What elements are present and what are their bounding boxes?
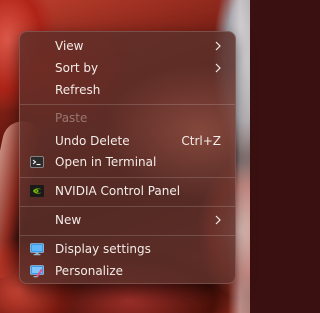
- menu-item-label: Open in Terminal: [55, 155, 157, 169]
- menu-item-label: Undo Delete: [55, 134, 130, 148]
- menu-item-sort-by[interactable]: Sort by: [24, 57, 231, 79]
- terminal-icon: [30, 156, 44, 168]
- menu-item-nvidia-control-panel[interactable]: NVIDIA Control Panel: [24, 180, 231, 202]
- menu-item-undo-delete[interactable]: Undo Delete Ctrl+Z: [24, 130, 231, 152]
- menu-item-new[interactable]: New: [24, 209, 231, 231]
- chevron-right-icon: [215, 63, 221, 73]
- menu-item-label: NVIDIA Control Panel: [55, 184, 181, 198]
- menu-separator: [20, 235, 235, 236]
- nvidia-icon: [30, 185, 44, 197]
- desktop-context-menu: View Sort by Refresh Paste Undo Delete C…: [19, 31, 236, 284]
- menu-item-paste: Paste: [24, 107, 231, 129]
- menu-item-label: Personalize: [55, 264, 124, 278]
- display-settings-icon: [30, 243, 44, 256]
- menu-item-label: New: [55, 213, 82, 227]
- personalize-icon: [30, 265, 44, 278]
- menu-item-label: View: [55, 39, 84, 53]
- menu-item-refresh[interactable]: Refresh: [24, 79, 231, 101]
- menu-item-open-in-terminal[interactable]: Open in Terminal: [24, 151, 231, 173]
- menu-item-view[interactable]: View: [24, 35, 231, 57]
- menu-item-label: Display settings: [55, 242, 151, 256]
- menu-item-label: Paste: [55, 111, 88, 125]
- menu-item-personalize[interactable]: Personalize: [24, 260, 231, 282]
- chevron-right-icon: [215, 41, 221, 51]
- menu-item-label: Sort by: [55, 61, 99, 75]
- menu-separator: [20, 104, 235, 105]
- menu-item-display-settings[interactable]: Display settings: [24, 238, 231, 260]
- menu-separator: [20, 177, 235, 178]
- menu-separator: [20, 206, 235, 207]
- menu-item-label: Refresh: [55, 83, 101, 97]
- chevron-right-icon: [215, 215, 221, 225]
- menu-item-shortcut: Ctrl+Z: [181, 134, 221, 148]
